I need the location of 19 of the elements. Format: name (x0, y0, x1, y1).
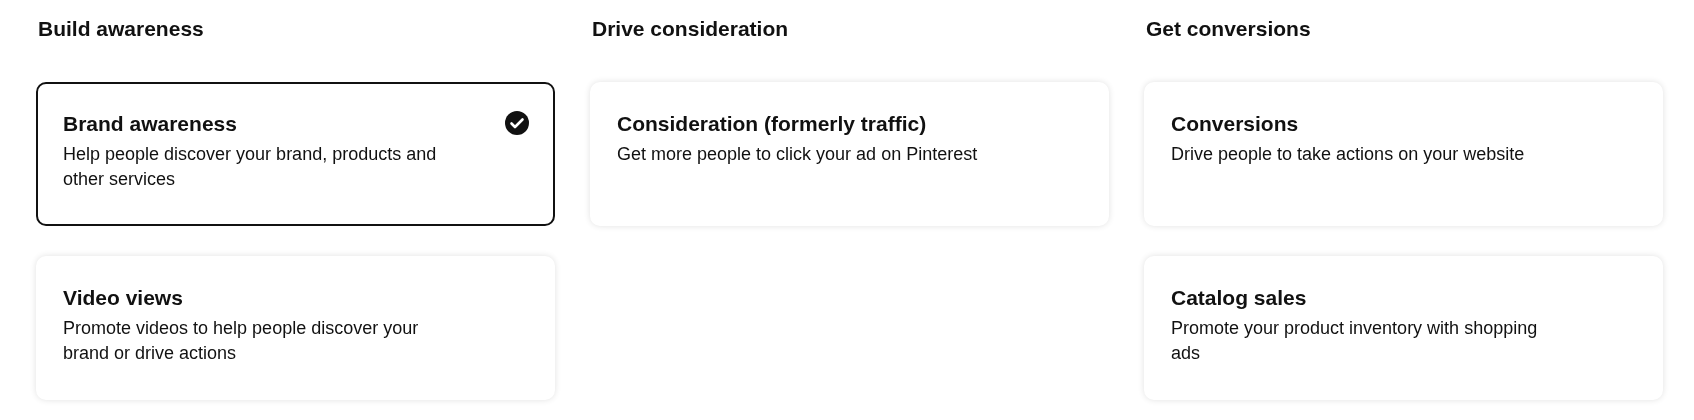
card-title: Consideration (formerly traffic) (617, 111, 927, 137)
card-description: Help people discover your brand, products and other services (63, 143, 438, 191)
objective-card[interactable]: Consideration (formerly traffic) Get more people to click your ad on Pinterest (590, 82, 1109, 226)
column-heading: Drive consideration (592, 16, 790, 42)
objective-card[interactable]: Brand awareness Help people discover your brand, products and other services (36, 82, 555, 226)
column-heading: Get conversions (1146, 16, 1312, 42)
objective-card[interactable]: Conversions Drive people to take actions on your website (1144, 82, 1663, 226)
card-description: Drive people to take actions on your website (1171, 143, 1526, 166)
card-description: Get more people to click your ad on Pinterest (617, 143, 979, 166)
card-title: Catalog sales (1171, 285, 1307, 311)
objective-card[interactable]: Catalog sales Promote your product inventory with shopping ads (1144, 256, 1663, 400)
objective-card[interactable]: Video views Promote videos to help people discover your brand or drive actions (36, 256, 555, 400)
card-title: Video views (63, 285, 183, 311)
column-heading: Build awareness (38, 16, 205, 42)
card-title: Brand awareness (63, 111, 237, 137)
card-description: Promote your product inventory with shopping ads (1171, 317, 1539, 365)
card-title: Conversions (1171, 111, 1299, 137)
card-description: Promote videos to help people discover your brand or drive actions (63, 317, 420, 365)
checkmark-icon (505, 111, 529, 135)
